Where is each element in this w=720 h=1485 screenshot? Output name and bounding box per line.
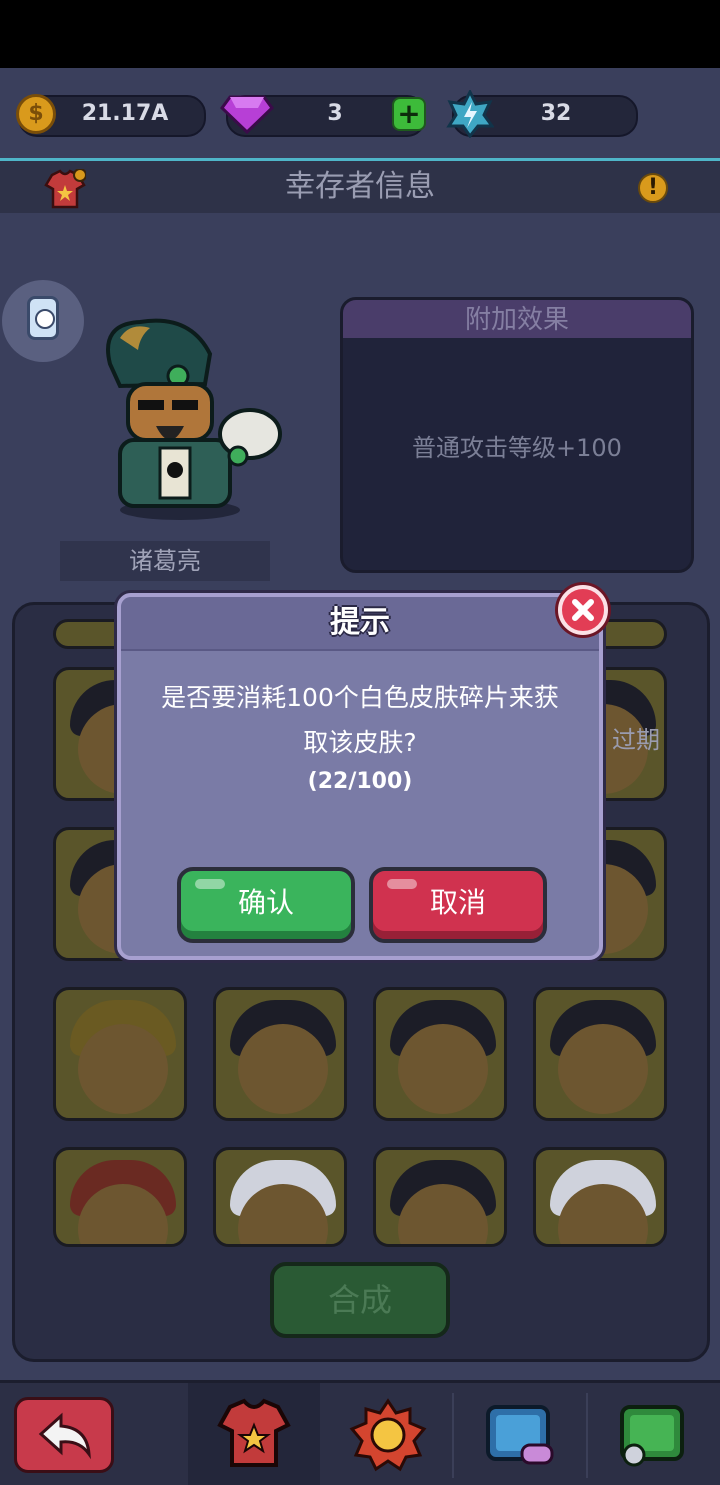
back-icon: [38, 1412, 91, 1460]
dialog-message: 是否要消耗100个白色皮肤碎片来获取该皮肤?: [161, 683, 559, 757]
skin-card[interactable]: [373, 1147, 507, 1247]
page-header: 幸存者信息 !: [0, 158, 720, 213]
coins-value: 21.17A: [81, 101, 169, 126]
close-icon: [572, 599, 594, 621]
shirt-icon: [217, 1398, 291, 1467]
add-gems-button[interactable]: +: [392, 97, 426, 131]
skin-card[interactable]: [373, 987, 507, 1121]
skin-status-label: 过期: [612, 726, 660, 754]
close-button[interactable]: [558, 585, 608, 635]
character-figure: [106, 318, 282, 520]
gems-value: 3: [327, 101, 343, 126]
skin-card[interactable]: [213, 987, 347, 1121]
badge-icon: [349, 1398, 427, 1472]
bottom-nav: [0, 1380, 720, 1485]
skin-card[interactable]: [213, 1147, 347, 1247]
bonus-effect-text: 普通攻击等级+100: [412, 434, 622, 462]
currency-bar: $ 21.17A 3 + 32: [0, 68, 720, 160]
game-icon: [486, 1405, 554, 1465]
camera-icon: [27, 296, 59, 340]
photo-button[interactable]: [2, 280, 84, 362]
confirm-label: 确认: [237, 886, 294, 919]
dialog-progress: (22/100): [307, 769, 413, 794]
confirm-button[interactable]: 确认: [177, 867, 355, 943]
character-name: 诸葛亮: [60, 541, 270, 581]
bonus-effect-panel: 附加效果 普通攻击等级+100: [340, 297, 694, 573]
tab-badges[interactable]: [322, 1383, 452, 1485]
cancel-label: 取消: [429, 886, 486, 919]
skin-card[interactable]: [53, 987, 187, 1121]
tab-skins[interactable]: [188, 1383, 320, 1485]
status-bar: [0, 0, 720, 68]
energy-icon: [446, 90, 494, 138]
tab-frames[interactable]: [454, 1383, 584, 1485]
energy-value: 32: [540, 101, 572, 126]
craft-button[interactable]: 合成: [270, 1262, 450, 1338]
info-icon[interactable]: !: [638, 173, 668, 203]
coin-icon: $: [16, 94, 56, 134]
skin-card[interactable]: [533, 1147, 667, 1247]
skin-card[interactable]: [53, 1147, 187, 1247]
tab-portraits[interactable]: [588, 1383, 720, 1485]
back-button[interactable]: [14, 1397, 114, 1473]
bonus-effect-title: 附加效果: [343, 300, 691, 338]
confirm-dialog: 提示 是否要消耗100个白色皮肤碎片来获取该皮肤? (22/100) 确认 取消: [117, 593, 603, 960]
gem-icon: [220, 95, 274, 134]
dialog-header: 提示: [121, 597, 599, 651]
dialog-title: 提示: [330, 605, 390, 640]
page-title: 幸存者信息: [285, 169, 435, 204]
skin-card[interactable]: [533, 987, 667, 1121]
portrait-icon: [620, 1405, 684, 1467]
cancel-button[interactable]: 取消: [369, 867, 547, 943]
